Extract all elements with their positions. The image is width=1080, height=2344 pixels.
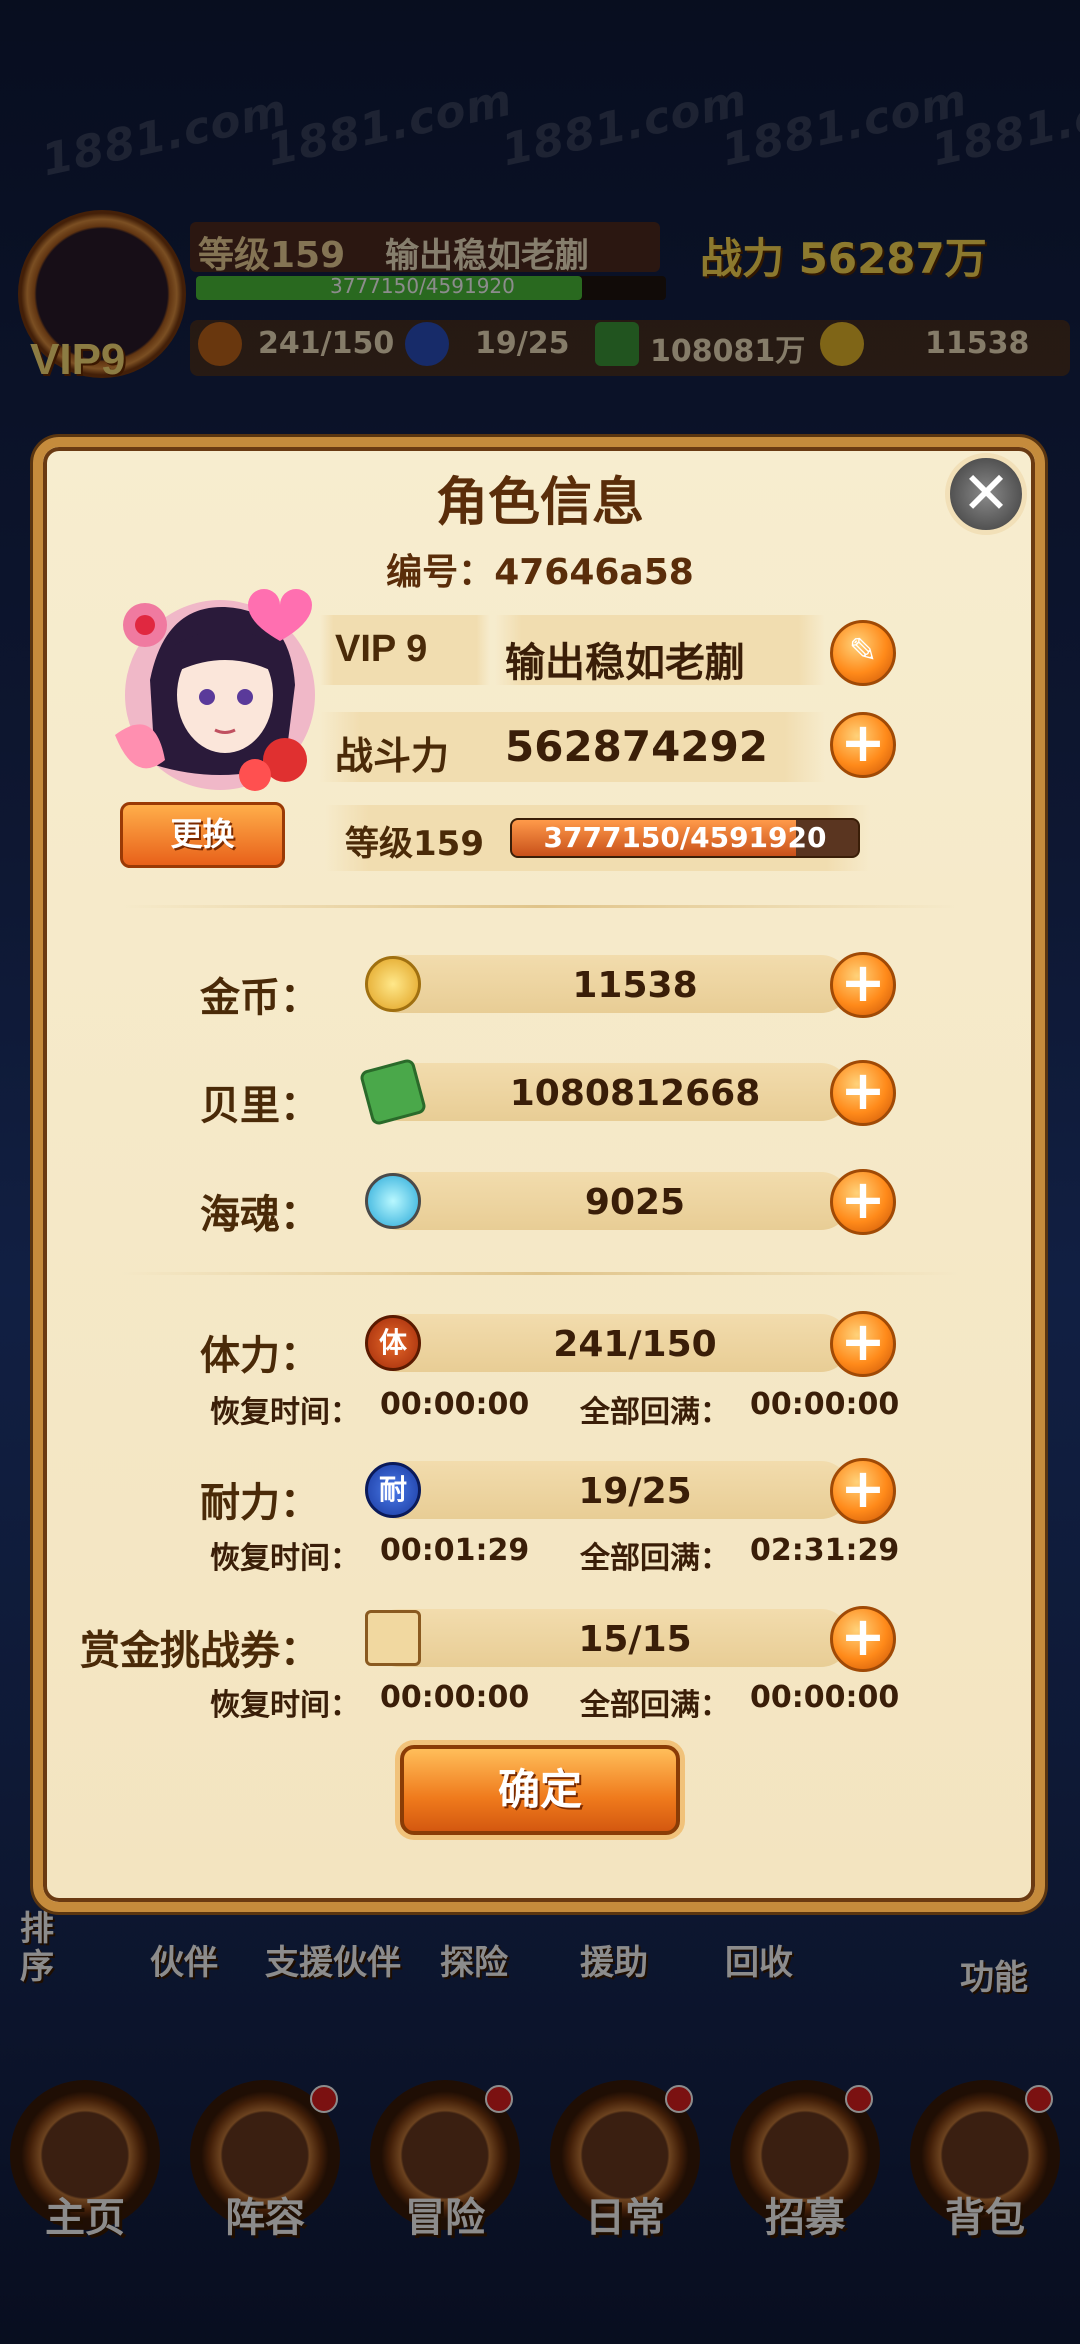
level-label: 等级159	[345, 824, 484, 864]
endurance-recover-label: 恢复时间：	[210, 1541, 360, 1576]
divider	[120, 1272, 960, 1275]
endurance-add-button[interactable]: +	[830, 1458, 896, 1524]
divider	[120, 905, 960, 908]
gold-add-button[interactable]: +	[830, 952, 896, 1018]
stamina-add-button[interactable]: +	[830, 1311, 896, 1377]
sea-soul-value: 9025	[584, 1182, 686, 1223]
endurance-full-time: 02:31:29	[750, 1533, 900, 1568]
berry-label: 贝里：	[200, 1083, 320, 1129]
change-avatar-button[interactable]: 更换	[120, 802, 285, 868]
dialog-title: 角色信息	[435, 473, 644, 533]
bounty-ticket-value: 15/15	[578, 1619, 692, 1660]
player-name: 输出稳如老蒯	[505, 640, 745, 686]
vip-badge: VIP 9	[335, 628, 428, 670]
power-add-button[interactable]: +	[830, 712, 896, 778]
endurance-full-label: 全部回满：	[580, 1541, 730, 1576]
character-portrait	[115, 589, 315, 791]
exp-text: 3777150/4591920	[543, 821, 827, 854]
gold-value: 11538	[572, 965, 698, 1006]
bounty-full-time: 00:00:00	[750, 1680, 900, 1715]
power-value: 562874292	[505, 722, 769, 771]
confirm-button[interactable]: 确定	[400, 1745, 680, 1835]
player-id-value: 47646a58	[494, 552, 694, 593]
bounty-ticket-label: 赏金挑战券：	[80, 1628, 320, 1674]
gold-label: 金币：	[200, 975, 320, 1021]
bounty-recover-time: 00:00:00	[380, 1680, 530, 1715]
bounty-ticket-add-button[interactable]: +	[830, 1606, 896, 1672]
rename-button[interactable]: ✎	[830, 620, 896, 686]
sea-soul-add-button[interactable]: +	[830, 1169, 896, 1235]
close-icon: ✕	[961, 459, 1011, 527]
endurance-value: 19/25	[578, 1471, 692, 1512]
stamina-label: 体力：	[200, 1333, 320, 1379]
stamina-value: 241/150	[553, 1324, 717, 1365]
exp-bar: 3777150/4591920	[510, 818, 860, 858]
stamina-recover-label: 恢复时间：	[210, 1395, 360, 1430]
power-label: 战斗力	[335, 734, 450, 778]
stamina-full-label: 全部回满：	[580, 1395, 730, 1430]
berry-add-button[interactable]: +	[830, 1060, 896, 1126]
endurance-label: 耐力：	[200, 1480, 320, 1526]
stamina-recover-time: 00:00:00	[380, 1387, 530, 1422]
player-id-label: 编号：	[386, 552, 495, 593]
bounty-recover-label: 恢复时间：	[210, 1688, 360, 1723]
close-button[interactable]: ✕	[945, 453, 1027, 535]
stamina-full-time: 00:00:00	[750, 1387, 900, 1422]
berry-value: 1080812668	[509, 1073, 761, 1114]
endurance-recover-time: 00:01:29	[380, 1533, 530, 1568]
sea-soul-label: 海魂：	[200, 1192, 320, 1238]
bounty-full-label: 全部回满：	[580, 1688, 730, 1723]
